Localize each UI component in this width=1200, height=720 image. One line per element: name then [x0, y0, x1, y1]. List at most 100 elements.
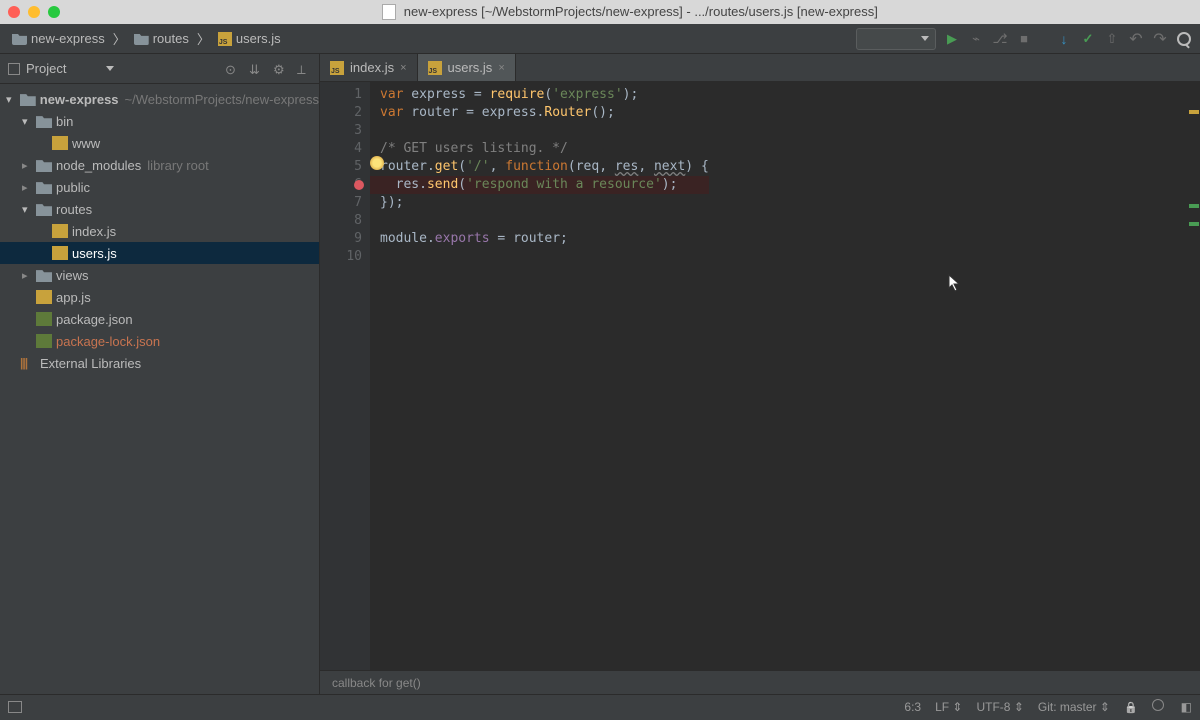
editor-tabs: index.js×users.js×: [320, 54, 1200, 82]
line-number[interactable]: 6: [324, 176, 362, 194]
tree-item[interactable]: public: [0, 176, 319, 198]
tree-item-label: bin: [56, 114, 73, 129]
settings-icon[interactable]: ⚙: [273, 62, 287, 76]
tree-item[interactable]: users.js: [0, 242, 319, 264]
code-line[interactable]: [380, 212, 709, 230]
hide-icon[interactable]: ⟂: [297, 62, 311, 76]
readonly-icon[interactable]: [1124, 700, 1138, 714]
intention-bulb-icon[interactable]: [370, 156, 384, 170]
close-tab-icon[interactable]: ×: [400, 62, 406, 74]
js-icon: [52, 246, 68, 260]
expand-arrow-icon[interactable]: [22, 269, 32, 282]
tree-item[interactable]: package-lock.json: [0, 330, 319, 352]
zoom-window-button[interactable]: [48, 6, 60, 18]
scroll-from-source-icon[interactable]: ⊙: [225, 62, 239, 76]
code-editor[interactable]: 12345678910 var express = require('expre…: [320, 82, 1200, 670]
expand-arrow-icon[interactable]: [22, 159, 32, 172]
code-content[interactable]: var express = require('express');var rou…: [370, 82, 719, 670]
git-branch[interactable]: Git: master ⇕: [1038, 700, 1110, 714]
line-separator[interactable]: LF ⇕: [935, 700, 962, 714]
project-tool-button[interactable]: [8, 63, 20, 75]
update-project-icon[interactable]: [1056, 31, 1072, 47]
code-line[interactable]: var router = express.Router();: [380, 104, 709, 122]
editor-tab[interactable]: index.js×: [320, 54, 418, 81]
folder-icon: [36, 268, 52, 282]
debug-icon[interactable]: ⌁: [968, 31, 984, 47]
tree-item[interactable]: index.js: [0, 220, 319, 242]
breadcrumb-item[interactable]: users.js: [214, 29, 285, 48]
breadcrumb-text: callback for get(): [332, 676, 421, 690]
sidebar-title[interactable]: Project: [26, 61, 66, 76]
js-icon: [52, 136, 68, 150]
search-icon[interactable]: [1176, 31, 1192, 47]
expand-arrow-icon[interactable]: [22, 115, 32, 128]
line-number[interactable]: 1: [324, 86, 362, 104]
editor-tab[interactable]: users.js×: [418, 54, 516, 81]
line-number[interactable]: 8: [324, 212, 362, 230]
line-number[interactable]: 7: [324, 194, 362, 212]
tree-item[interactable]: bin: [0, 110, 319, 132]
line-number[interactable]: 2: [324, 104, 362, 122]
tree-item[interactable]: www: [0, 132, 319, 154]
line-number[interactable]: 9: [324, 230, 362, 248]
warning-marker[interactable]: [1189, 110, 1199, 114]
tree-item[interactable]: app.js: [0, 286, 319, 308]
close-tab-icon[interactable]: ×: [498, 62, 504, 74]
code-line[interactable]: /* GET users listing. */: [380, 140, 709, 158]
line-number[interactable]: 3: [324, 122, 362, 140]
code-line[interactable]: res.send('respond with a resource');: [370, 176, 709, 194]
tree-item-label: index.js: [72, 224, 116, 239]
caret-position[interactable]: 6:3: [904, 700, 921, 714]
coverage-icon[interactable]: ⎇: [992, 31, 1008, 47]
tree-item[interactable]: package.json: [0, 308, 319, 330]
tree-item[interactable]: node_moduleslibrary root: [0, 154, 319, 176]
breakpoint-icon[interactable]: [354, 180, 364, 190]
run-config-selector[interactable]: [856, 28, 936, 50]
ok-marker[interactable]: [1189, 204, 1199, 208]
status-extra-icon[interactable]: ◧: [1181, 700, 1192, 714]
editor-area: index.js×users.js× 12345678910 var expre…: [320, 54, 1200, 694]
vcs-icon[interactable]: [1152, 699, 1167, 714]
folder-icon: [12, 32, 27, 45]
tree-item[interactable]: External Libraries: [0, 352, 319, 374]
lib-icon: [20, 356, 36, 370]
tree-item-label: app.js: [56, 290, 91, 305]
code-line[interactable]: module.exports = router;: [380, 230, 709, 248]
run-icon[interactable]: ▶: [944, 31, 960, 47]
file-encoding[interactable]: UTF-8 ⇕: [976, 700, 1023, 714]
tree-item-label: www: [72, 136, 100, 151]
sidebar-view-dropdown[interactable]: [106, 66, 114, 71]
code-line[interactable]: [380, 122, 709, 140]
expand-arrow-icon[interactable]: [22, 181, 32, 194]
project-tree[interactable]: new-express~/WebstormProjects/new-expres…: [0, 84, 319, 378]
gutter[interactable]: 12345678910: [320, 82, 370, 670]
code-line[interactable]: });: [380, 194, 709, 212]
ok-marker[interactable]: [1189, 222, 1199, 226]
code-line[interactable]: [380, 248, 709, 266]
breadcrumb-item[interactable]: routes: [130, 29, 193, 48]
push-icon[interactable]: ⇧: [1104, 31, 1120, 47]
minimize-window-button[interactable]: [28, 6, 40, 18]
stop-icon[interactable]: ■: [1016, 31, 1032, 47]
line-number[interactable]: 5: [324, 158, 362, 176]
project-sidebar: Project ⊙ ⇊ ⚙ ⟂ new-express~/WebstormPro…: [0, 54, 320, 694]
error-stripe[interactable]: [1188, 110, 1200, 310]
code-line[interactable]: var express = require('express');: [380, 86, 709, 104]
expand-arrow-icon[interactable]: [6, 93, 16, 106]
expand-arrow-icon[interactable]: [22, 203, 32, 216]
code-line[interactable]: router.get('/', function(req, res, next)…: [380, 158, 709, 176]
breadcrumb-item[interactable]: new-express: [8, 29, 109, 48]
tree-item[interactable]: routes: [0, 198, 319, 220]
redo-icon[interactable]: [1152, 31, 1168, 47]
tree-item[interactable]: views: [0, 264, 319, 286]
line-number[interactable]: 4: [324, 140, 362, 158]
breadcrumb-bar[interactable]: callback for get(): [320, 670, 1200, 694]
tool-windows-icon[interactable]: [8, 701, 22, 713]
undo-icon[interactable]: [1128, 31, 1144, 47]
js-icon: [428, 61, 442, 75]
close-window-button[interactable]: [8, 6, 20, 18]
commit-icon[interactable]: [1080, 31, 1096, 47]
line-number[interactable]: 10: [324, 248, 362, 266]
tree-item[interactable]: new-express~/WebstormProjects/new-expres…: [0, 88, 319, 110]
collapse-all-icon[interactable]: ⇊: [249, 62, 263, 76]
